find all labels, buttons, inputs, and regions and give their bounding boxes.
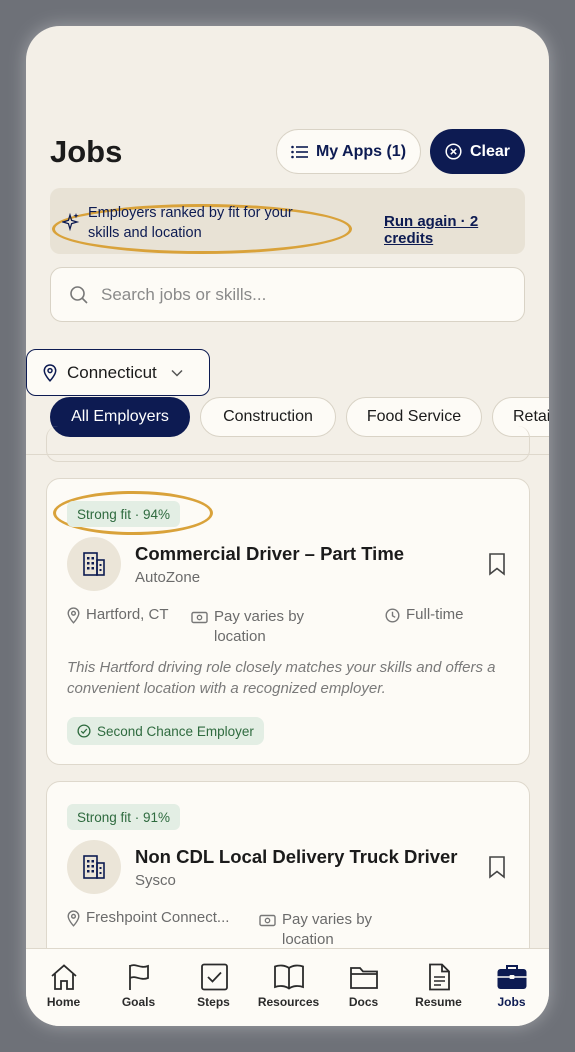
job-card[interactable]: Strong fit · 94% Commercial Driver – Par…: [46, 478, 530, 765]
second-chance-text: Second Chance Employer: [97, 723, 254, 739]
chevron-down-icon: [171, 369, 183, 377]
document-icon: [428, 963, 450, 991]
location-pin-icon: [67, 910, 80, 927]
search-icon: [70, 285, 88, 304]
job-location-text: Hartford, CT: [86, 606, 169, 623]
job-pay-text: Pay varies by location: [214, 608, 305, 645]
checkbox-icon: [200, 963, 228, 991]
book-icon: [273, 964, 304, 990]
flag-icon: [128, 964, 149, 990]
my-apps-button[interactable]: My Apps (1): [276, 129, 421, 174]
my-apps-label: My Apps (1): [315, 142, 407, 160]
nav-steps[interactable]: Steps: [176, 963, 251, 1009]
building-icon: [83, 855, 105, 879]
nav-jobs[interactable]: Jobs: [474, 963, 549, 1009]
banner-message: Employers ranked by fit for your skills …: [88, 205, 293, 241]
job-description: This Hartford driving role closely match…: [67, 659, 496, 697]
job-type: Full-time: [385, 605, 464, 625]
sparkle-icon: [62, 212, 80, 232]
job-location: Hartford, CT: [67, 605, 169, 625]
fit-badge: Strong fit · 91%: [67, 804, 181, 830]
job-location: Freshpoint Connect...: [67, 908, 229, 928]
nav-resources[interactable]: Resources: [251, 963, 326, 1009]
company-avatar: [67, 537, 121, 591]
home-icon: [50, 964, 77, 990]
nav-label: Steps: [197, 995, 230, 1009]
nav-label: Docs: [348, 995, 379, 1009]
job-pay-text: Pay varies by location: [282, 911, 373, 948]
clear-label: Clear: [469, 142, 511, 160]
location-pin-icon: [43, 363, 57, 382]
job-location-text: Freshpoint Connect...: [86, 909, 230, 926]
clock-icon: [385, 608, 400, 623]
cash-icon: [191, 611, 208, 624]
job-title: Commercial Driver – Part Time: [135, 543, 405, 564]
briefcase-icon: [497, 965, 526, 989]
nav-docs[interactable]: Docs: [326, 963, 401, 1009]
company-avatar: [67, 840, 121, 894]
bottom-nav: Home Goals Steps Resources Docs Resume J…: [26, 948, 549, 1026]
location-dropdown[interactable]: Connecticut: [26, 349, 210, 396]
company-name: AutoZone: [135, 569, 201, 586]
location-value: Connecticut: [67, 362, 157, 382]
nav-resume[interactable]: Resume: [401, 963, 476, 1009]
building-icon: [83, 552, 105, 576]
bookmark-icon[interactable]: [487, 855, 507, 879]
search-input[interactable]: Search jobs or skills...: [50, 267, 525, 322]
nav-label: Goals: [121, 995, 156, 1009]
search-placeholder: Search jobs or skills...: [101, 284, 267, 304]
clear-button[interactable]: Clear: [430, 129, 525, 174]
nav-label: Home: [46, 995, 81, 1009]
page-title: Jobs: [50, 134, 123, 169]
job-pay: Pay varies by location: [259, 910, 399, 950]
folder-icon: [349, 967, 378, 989]
run-again-link[interactable]: Run again · 2 credits: [384, 213, 525, 247]
previous-card-edge: [46, 426, 530, 462]
nav-home[interactable]: Home: [26, 963, 101, 1009]
phone-screen: Jobs My Apps (1) Clear Employers ranked …: [26, 26, 549, 1026]
fit-badge: Strong fit · 94%: [67, 501, 181, 527]
nav-label: Jobs: [497, 995, 526, 1009]
clear-icon: [445, 143, 462, 160]
company-name: Sysco: [135, 872, 176, 889]
nav-goals[interactable]: Goals: [101, 963, 176, 1009]
nav-label: Resources: [257, 995, 320, 1009]
location-pin-icon: [67, 607, 80, 624]
nav-label: Resume: [415, 995, 462, 1009]
bookmark-icon[interactable]: [487, 552, 507, 576]
job-pay: Pay varies by location: [191, 607, 331, 647]
ranking-banner: Employers ranked by fit for your skills …: [50, 188, 525, 254]
second-chance-badge: Second Chance Employer: [67, 717, 264, 745]
cash-icon: [259, 914, 276, 927]
job-type-text: Full-time: [406, 606, 464, 623]
list-icon: [291, 145, 308, 158]
job-title: Non CDL Local Delivery Truck Driver: [135, 846, 458, 867]
check-circle-icon: [77, 724, 91, 738]
divider: [26, 454, 549, 455]
